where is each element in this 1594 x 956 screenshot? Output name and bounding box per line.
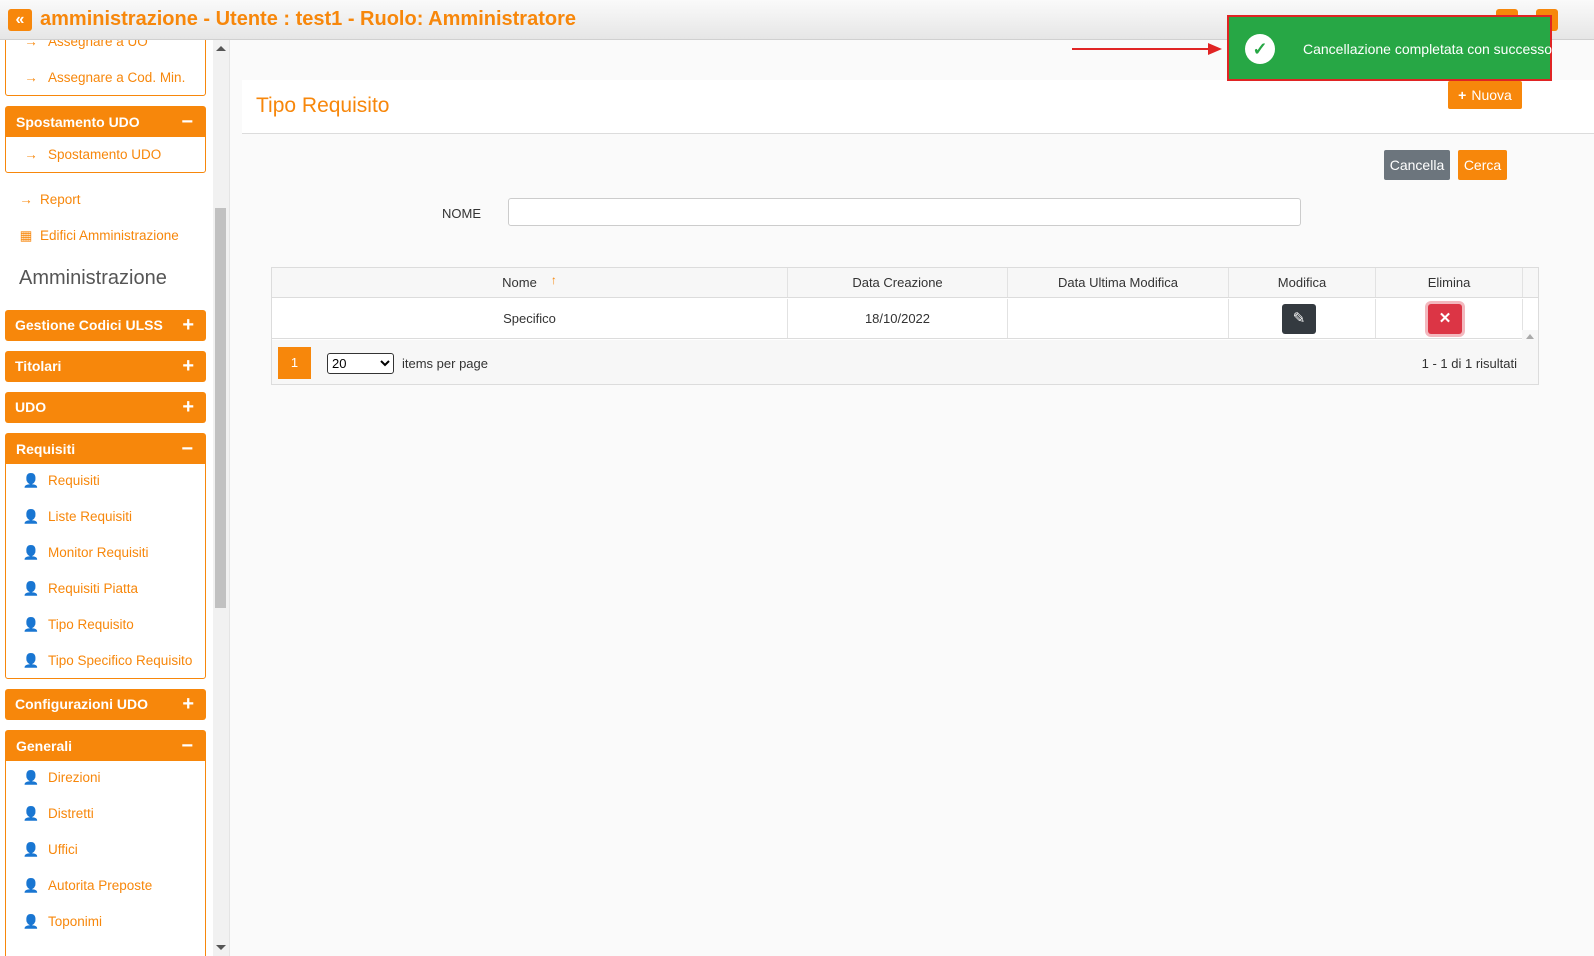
column-header-elimina: Elimina <box>1376 268 1523 297</box>
panel-header-generali[interactable]: Generali − <box>6 731 205 761</box>
cell-data-ultima-modifica <box>1008 299 1229 338</box>
user-edit-icon: 👤 <box>22 617 40 632</box>
column-header-data-ultima-modifica[interactable]: Data Ultima Modifica <box>1008 268 1229 297</box>
sidebar-item-uffici[interactable]: 👤 Uffici <box>6 832 205 868</box>
plus-icon[interactable]: + <box>182 310 194 341</box>
minus-icon[interactable]: − <box>181 731 193 761</box>
new-button[interactable]: + Nuova <box>1448 81 1522 109</box>
grid-header: Nome ↑ Data Creazione Data Ultima Modific… <box>272 268 1538 298</box>
nome-filter-input[interactable] <box>508 198 1301 226</box>
sidebar-scroll-thumb[interactable] <box>215 208 226 608</box>
column-header-nome[interactable]: Nome ↑ <box>272 268 788 297</box>
sidebar-item-spostamento-udo[interactable]: → Spostamento UDO <box>6 137 205 173</box>
main-content: Tipo Requisito + Nuova Cancella Cerca NOM… <box>230 40 1594 956</box>
section-title-amministrazione: Amministrazione <box>19 267 167 289</box>
sidebar-item-liste-requisiti[interactable]: 👤 Liste Requisiti <box>6 499 205 535</box>
collapse-sidebar-button[interactable]: « <box>8 9 32 31</box>
user-edit-icon: 👤 <box>22 842 40 857</box>
table-row[interactable]: Specifico 18/10/2022 ✎ ✕ <box>272 299 1538 370</box>
annotation-arrow-head <box>1208 43 1222 55</box>
scroll-down-icon[interactable] <box>216 945 226 950</box>
panel-header-configurazioni-udo[interactable]: Configurazioni UDO + <box>5 689 206 720</box>
sidebar-item-distretti[interactable]: 👤 Distretti <box>6 796 205 832</box>
arrow-right-icon: → <box>24 70 38 85</box>
page-title: Tipo Requisito <box>256 94 390 117</box>
nome-filter-label: NOME <box>442 206 481 221</box>
panel-generali: Generali − 👤 Direzioni 👤 Distretti 👤 Uffici … <box>5 730 206 956</box>
scroll-up-icon[interactable] <box>1526 334 1534 339</box>
results-count: 1 - 1 di 1 risultati <box>1421 356 1517 371</box>
search-button[interactable]: Cerca <box>1458 150 1507 180</box>
panel-header-udo[interactable]: UDO + <box>5 392 206 423</box>
delete-button[interactable]: ✕ <box>1428 304 1462 334</box>
items-per-page-label: items per page <box>402 356 488 371</box>
check-circle-icon: ✓ <box>1245 34 1275 64</box>
close-icon: ✕ <box>1438 310 1452 327</box>
edit-icon: ✎ <box>1292 310 1306 327</box>
minus-icon[interactable]: − <box>181 434 193 464</box>
plus-icon[interactable]: + <box>182 351 194 382</box>
panel-requisiti: Requisiti − 👤 Requisiti 👤 Liste Requisiti 👤… <box>5 433 206 679</box>
sort-ascending-icon: ↑ <box>550 273 557 287</box>
plus-icon[interactable]: + <box>182 392 194 423</box>
user-edit-icon: 👤 <box>22 878 40 893</box>
sidebar-item-tipo-requisito[interactable]: 👤 Tipo Requisito <box>6 607 205 643</box>
cancel-button[interactable]: Cancella <box>1384 150 1450 180</box>
sidebar-item-edifici[interactable]: ▦ Edifici Amministrazione <box>18 228 179 244</box>
sidebar-scrollbar[interactable] <box>213 40 229 956</box>
sidebar-item-autorita-preposte[interactable]: 👤 Autorita Preposte <box>6 868 205 904</box>
app-title: amministrazione - Utente : test1 - Ruolo… <box>40 8 576 30</box>
user-edit-icon: 👤 <box>22 770 40 785</box>
plus-icon[interactable]: + <box>182 689 194 720</box>
user-edit-icon: 👤 <box>22 653 40 668</box>
user-edit-icon: 👤 <box>22 545 40 560</box>
panel-spostamento-udo: Spostamento UDO − → Spostamento UDO <box>5 106 206 173</box>
arrow-right-icon: → <box>24 147 38 162</box>
sidebar: → Assegnare a UO → Assegnare a Cod. Min. S… <box>0 40 230 956</box>
cell-nome: Specifico <box>272 299 788 338</box>
annotation-arrow-line <box>1072 48 1212 50</box>
sidebar-item-assegnare-cod-min[interactable]: → Assegnare a Cod. Min. <box>6 60 205 96</box>
user-edit-icon: 👤 <box>22 914 40 929</box>
sidebar-item-tipo-specifico-requisito[interactable]: 👤 Tipo Specifico Requisito <box>6 643 205 679</box>
page-size-select[interactable]: 20 <box>327 353 394 374</box>
arrow-right-icon: → <box>19 192 33 207</box>
sidebar-item-monitor-requisiti[interactable]: 👤 Monitor Requisiti <box>6 535 205 571</box>
assign-panel: → Assegnare a UO → Assegnare a Cod. Min. <box>5 40 206 96</box>
results-grid: Nome ↑ Data Creazione Data Ultima Modific… <box>271 267 1539 385</box>
sidebar-item-assegnare-uo[interactable]: → Assegnare a UO <box>6 40 205 60</box>
edit-button[interactable]: ✎ <box>1282 304 1316 334</box>
toast-message: Cancellazione completata con successo <box>1303 41 1553 57</box>
minus-icon[interactable]: − <box>181 107 193 137</box>
panel-header-titolari[interactable]: Titolari + <box>5 351 206 382</box>
cell-data-creazione: 18/10/2022 <box>788 299 1008 338</box>
user-edit-icon: 👤 <box>22 806 40 821</box>
user-edit-icon: 👤 <box>22 473 40 488</box>
success-toast[interactable]: ✓ Cancellazione completata con successo <box>1227 15 1552 81</box>
column-header-modifica: Modifica <box>1229 268 1376 297</box>
sidebar-item-report[interactable]: → Report <box>18 192 80 207</box>
sidebar-item-requisiti[interactable]: 👤 Requisiti <box>6 463 205 499</box>
page-header: Tipo Requisito <box>242 80 1594 134</box>
pager: 1 20 items per page 1 - 1 di 1 risultati <box>272 340 1538 384</box>
scroll-up-icon[interactable] <box>216 46 226 51</box>
sidebar-item-toponimi[interactable]: 👤 Toponimi <box>6 904 205 940</box>
user-edit-icon: 👤 <box>22 509 40 524</box>
sidebar-item-direzioni[interactable]: 👤 Direzioni <box>6 760 205 796</box>
building-icon: ▦ <box>19 228 33 243</box>
panel-header-gestione-codici-ulss[interactable]: Gestione Codici ULSS + <box>5 310 206 341</box>
sidebar-item-requisiti-piatta[interactable]: 👤 Requisiti Piatta <box>6 571 205 607</box>
page-number-button[interactable]: 1 <box>278 347 311 379</box>
plus-icon: + <box>1458 87 1467 103</box>
user-edit-icon: 👤 <box>22 581 40 596</box>
panel-header-requisiti[interactable]: Requisiti − <box>6 434 205 464</box>
arrow-right-icon: → <box>24 40 38 49</box>
panel-header-spostamento-udo[interactable]: Spostamento UDO − <box>6 107 205 137</box>
column-header-data-creazione[interactable]: Data Creazione <box>788 268 1008 297</box>
